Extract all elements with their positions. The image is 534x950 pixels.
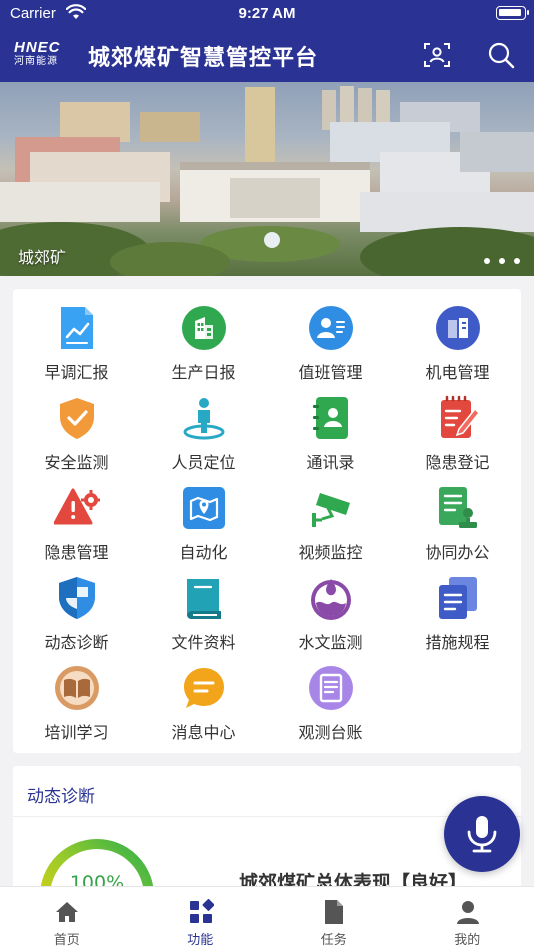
microphone-icon xyxy=(467,816,497,853)
voice-input-button[interactable] xyxy=(444,796,520,872)
tab-label: 我的 xyxy=(454,933,481,948)
shield-check-icon xyxy=(59,577,95,619)
equipment-icon xyxy=(436,306,480,350)
menu-item-label: 消息中心 xyxy=(171,723,236,742)
status-bar: Carrier 9:27 AM xyxy=(0,0,534,28)
hazard-register-icon xyxy=(441,395,481,438)
grid-icon xyxy=(189,899,214,923)
menu-item-label: 培训学习 xyxy=(44,723,109,742)
user-icon xyxy=(456,901,479,924)
menu-item-label: 观测台账 xyxy=(298,723,363,742)
banner-caption: 城郊矿 xyxy=(18,248,67,267)
status-time: 9:27 AM xyxy=(238,5,296,22)
tab-mine[interactable]: 我的 xyxy=(401,887,534,950)
menu-item-hazard-register[interactable]: 隐患登记 xyxy=(394,379,521,472)
message-bubble-icon xyxy=(184,668,224,708)
person-location-icon xyxy=(183,398,225,440)
documents-icon xyxy=(439,577,477,619)
cctv-camera-icon xyxy=(312,493,350,527)
menu-item-production-daily[interactable]: 生产日报 xyxy=(140,289,267,382)
menu-item-safety-monitor[interactable]: 安全监测 xyxy=(13,379,140,472)
carousel-dot[interactable] xyxy=(499,258,505,264)
menu-item-dynamic-diagnosis[interactable]: 动态诊断 xyxy=(13,559,140,652)
open-book-icon xyxy=(55,666,99,710)
safety-shield-icon xyxy=(60,398,94,439)
carousel-indicator[interactable] xyxy=(484,258,520,264)
mine-aerial-photo xyxy=(0,86,534,276)
warning-gear-icon xyxy=(54,488,100,525)
diagnosis-title: 动态诊断 xyxy=(27,787,95,807)
battery-icon xyxy=(496,6,529,20)
menu-item-video-monitor[interactable]: 视频监控 xyxy=(267,469,394,562)
menu-item-messages[interactable]: 消息中心 xyxy=(140,649,267,742)
water-drop-icon xyxy=(311,579,351,620)
task-file-icon xyxy=(325,900,343,924)
search-icon[interactable] xyxy=(486,40,516,70)
top-bar: Carrier 9:27 AM HNEC 河南能源 城郊煤矿智慧管控平台 xyxy=(0,0,534,82)
banner-carousel[interactable]: 城郊矿 xyxy=(0,82,534,276)
menu-item-personnel-location[interactable]: 人员定位 xyxy=(140,379,267,472)
menu-item-training[interactable]: 培训学习 xyxy=(13,649,140,742)
face-scan-icon[interactable] xyxy=(422,40,452,70)
menu-item-measures[interactable]: 措施规程 xyxy=(394,559,521,652)
tab-label: 功能 xyxy=(187,933,214,948)
bottom-tab-bar: 首页 功能 任务 我的 xyxy=(0,886,534,950)
app-title: 城郊煤矿智慧管控平台 xyxy=(88,46,319,71)
contacts-book-icon xyxy=(313,397,348,439)
tab-functions[interactable]: 功能 xyxy=(134,887,268,950)
tab-label: 首页 xyxy=(53,933,80,948)
building-icon xyxy=(182,306,226,350)
tab-home[interactable]: 首页 xyxy=(0,887,134,950)
menu-item-hazard-manage[interactable]: 隐患管理 xyxy=(13,469,140,562)
menu-item-documents[interactable]: 文件资料 xyxy=(140,559,267,652)
tab-tasks[interactable]: 任务 xyxy=(267,887,401,950)
carousel-dot[interactable] xyxy=(514,258,520,264)
menu-item-label: 措施规程 xyxy=(425,633,490,652)
document-stamp-icon xyxy=(439,487,477,528)
tab-label: 任务 xyxy=(320,933,347,948)
menu-item-observation-ledger[interactable]: 观测台账 xyxy=(267,649,394,742)
ledger-icon xyxy=(309,666,353,710)
menu-item-electromech[interactable]: 机电管理 xyxy=(394,289,521,382)
menu-item-contacts[interactable]: 通讯录 xyxy=(267,379,394,472)
menu-item-hydrology[interactable]: 水文监测 xyxy=(267,559,394,652)
menu-item-morning-report[interactable]: 早调汇报 xyxy=(13,289,140,382)
menu-item-collab-office[interactable]: 协同办公 xyxy=(394,469,521,562)
menu-item-duty[interactable]: 值班管理 xyxy=(267,289,394,382)
report-chart-icon xyxy=(61,307,93,349)
function-grid: 早调汇报 生产日报 值班管理 机电管理 安全监测 人员定位 通讯录 隐患登记 隐… xyxy=(13,289,521,753)
book-file-icon xyxy=(187,579,221,619)
company-logo: HNEC 河南能源 xyxy=(14,39,61,67)
duty-person-icon xyxy=(309,306,353,350)
menu-item-automation[interactable]: 自动化 xyxy=(140,469,267,562)
map-location-icon xyxy=(183,487,225,529)
carousel-dot[interactable] xyxy=(484,258,490,264)
home-icon xyxy=(56,902,78,922)
